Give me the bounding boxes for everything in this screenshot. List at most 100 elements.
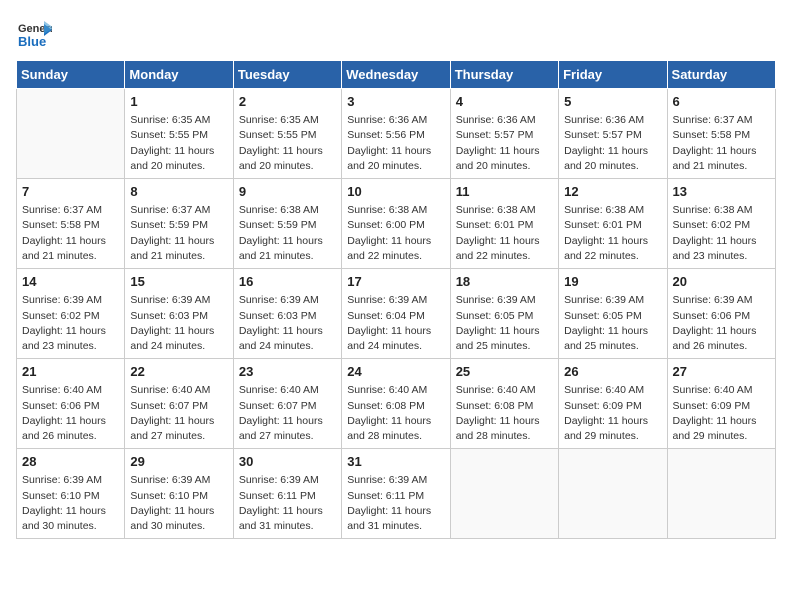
calendar-cell (450, 449, 558, 539)
day-info: Sunrise: 6:36 AM Sunset: 5:57 PM Dayligh… (564, 113, 661, 174)
day-info: Sunrise: 6:40 AM Sunset: 6:09 PM Dayligh… (564, 383, 661, 444)
day-number: 30 (239, 453, 336, 471)
calendar-cell: 7Sunrise: 6:37 AM Sunset: 5:58 PM Daylig… (17, 179, 125, 269)
day-info: Sunrise: 6:36 AM Sunset: 5:57 PM Dayligh… (456, 113, 553, 174)
day-number: 9 (239, 183, 336, 201)
calendar-cell: 8Sunrise: 6:37 AM Sunset: 5:59 PM Daylig… (125, 179, 233, 269)
weekday-header-saturday: Saturday (667, 61, 775, 89)
day-number: 14 (22, 273, 119, 291)
day-info: Sunrise: 6:40 AM Sunset: 6:08 PM Dayligh… (456, 383, 553, 444)
calendar-header-row: SundayMondayTuesdayWednesdayThursdayFrid… (17, 61, 776, 89)
day-number: 29 (130, 453, 227, 471)
calendar-body: 1 Sunrise: 6:35 AM Sunset: 5:55 PM Daylig… (17, 89, 776, 539)
calendar-cell: 25 Sunrise: 6:40 AM Sunset: 6:08 PM Dayli… (450, 359, 558, 449)
day-number: 21 (22, 363, 119, 381)
day-number: 23 (239, 363, 336, 381)
calendar-cell: 30 Sunrise: 6:39 AM Sunset: 6:11 PM Dayli… (233, 449, 341, 539)
day-info: Sunrise: 6:39 AM Sunset: 6:11 PM Dayligh… (239, 473, 336, 534)
day-number: 11 (456, 183, 553, 201)
day-info: Sunrise: 6:38 AM Sunset: 6:01 PM Dayligh… (564, 203, 661, 264)
calendar-cell: 24 Sunrise: 6:40 AM Sunset: 6:08 PM Dayli… (342, 359, 450, 449)
calendar-cell: 11 Sunrise: 6:38 AM Sunset: 6:01 PM Dayli… (450, 179, 558, 269)
day-info: Sunrise: 6:39 AM Sunset: 6:06 PM Dayligh… (673, 293, 770, 354)
calendar-cell: 18 Sunrise: 6:39 AM Sunset: 6:05 PM Dayli… (450, 269, 558, 359)
calendar-cell: 14 Sunrise: 6:39 AM Sunset: 6:02 PM Dayli… (17, 269, 125, 359)
logo: General Blue (16, 16, 54, 52)
day-info: Sunrise: 6:38 AM Sunset: 6:02 PM Dayligh… (673, 203, 770, 264)
day-info: Sunrise: 6:39 AM Sunset: 6:11 PM Dayligh… (347, 473, 444, 534)
day-info: Sunrise: 6:38 AM Sunset: 6:00 PM Dayligh… (347, 203, 444, 264)
day-number: 15 (130, 273, 227, 291)
weekday-header-thursday: Thursday (450, 61, 558, 89)
weekday-header-monday: Monday (125, 61, 233, 89)
day-number: 7 (22, 183, 119, 201)
calendar-cell: 20 Sunrise: 6:39 AM Sunset: 6:06 PM Dayli… (667, 269, 775, 359)
day-info: Sunrise: 6:39 AM Sunset: 6:03 PM Dayligh… (239, 293, 336, 354)
day-info: Sunrise: 6:35 AM Sunset: 5:55 PM Dayligh… (130, 113, 227, 174)
day-info: Sunrise: 6:39 AM Sunset: 6:03 PM Dayligh… (130, 293, 227, 354)
day-info: Sunrise: 6:37 AM Sunset: 5:58 PM Dayligh… (673, 113, 770, 174)
day-info: Sunrise: 6:39 AM Sunset: 6:10 PM Dayligh… (130, 473, 227, 534)
calendar-cell: 17 Sunrise: 6:39 AM Sunset: 6:04 PM Dayli… (342, 269, 450, 359)
day-number: 20 (673, 273, 770, 291)
weekday-header-tuesday: Tuesday (233, 61, 341, 89)
day-number: 25 (456, 363, 553, 381)
day-number: 1 (130, 93, 227, 111)
calendar-week-3: 14 Sunrise: 6:39 AM Sunset: 6:02 PM Dayli… (17, 269, 776, 359)
day-number: 27 (673, 363, 770, 381)
day-number: 8 (130, 183, 227, 201)
calendar-cell: 10Sunrise: 6:38 AM Sunset: 6:00 PM Dayli… (342, 179, 450, 269)
day-info: Sunrise: 6:38 AM Sunset: 5:59 PM Dayligh… (239, 203, 336, 264)
day-number: 5 (564, 93, 661, 111)
day-number: 26 (564, 363, 661, 381)
calendar-cell: 3 Sunrise: 6:36 AM Sunset: 5:56 PM Daylig… (342, 89, 450, 179)
calendar-table: SundayMondayTuesdayWednesdayThursdayFrid… (16, 60, 776, 539)
calendar-cell: 22 Sunrise: 6:40 AM Sunset: 6:07 PM Dayli… (125, 359, 233, 449)
day-number: 12 (564, 183, 661, 201)
logo-icon: General Blue (16, 16, 52, 52)
calendar-cell (17, 89, 125, 179)
calendar-cell: 1 Sunrise: 6:35 AM Sunset: 5:55 PM Daylig… (125, 89, 233, 179)
calendar-cell: 23Sunrise: 6:40 AM Sunset: 6:07 PM Dayli… (233, 359, 341, 449)
calendar-cell: 2Sunrise: 6:35 AM Sunset: 5:55 PM Daylig… (233, 89, 341, 179)
day-number: 24 (347, 363, 444, 381)
day-number: 13 (673, 183, 770, 201)
calendar-week-4: 21 Sunrise: 6:40 AM Sunset: 6:06 PM Dayli… (17, 359, 776, 449)
calendar-cell: 28 Sunrise: 6:39 AM Sunset: 6:10 PM Dayli… (17, 449, 125, 539)
day-number: 16 (239, 273, 336, 291)
calendar-cell: 31Sunrise: 6:39 AM Sunset: 6:11 PM Dayli… (342, 449, 450, 539)
calendar-cell: 9 Sunrise: 6:38 AM Sunset: 5:59 PM Daylig… (233, 179, 341, 269)
calendar-cell (667, 449, 775, 539)
calendar-week-5: 28 Sunrise: 6:39 AM Sunset: 6:10 PM Dayli… (17, 449, 776, 539)
day-info: Sunrise: 6:39 AM Sunset: 6:02 PM Dayligh… (22, 293, 119, 354)
calendar-cell (559, 449, 667, 539)
day-number: 22 (130, 363, 227, 381)
weekday-header-wednesday: Wednesday (342, 61, 450, 89)
day-info: Sunrise: 6:40 AM Sunset: 6:09 PM Dayligh… (673, 383, 770, 444)
calendar-cell: 16 Sunrise: 6:39 AM Sunset: 6:03 PM Dayli… (233, 269, 341, 359)
calendar-cell: 4Sunrise: 6:36 AM Sunset: 5:57 PM Daylig… (450, 89, 558, 179)
day-info: Sunrise: 6:39 AM Sunset: 6:04 PM Dayligh… (347, 293, 444, 354)
day-info: Sunrise: 6:39 AM Sunset: 6:05 PM Dayligh… (564, 293, 661, 354)
calendar-cell: 12 Sunrise: 6:38 AM Sunset: 6:01 PM Dayli… (559, 179, 667, 269)
day-info: Sunrise: 6:39 AM Sunset: 6:05 PM Dayligh… (456, 293, 553, 354)
day-info: Sunrise: 6:40 AM Sunset: 6:08 PM Dayligh… (347, 383, 444, 444)
calendar-cell: 29 Sunrise: 6:39 AM Sunset: 6:10 PM Dayli… (125, 449, 233, 539)
svg-text:Blue: Blue (18, 34, 46, 49)
calendar-cell: 6 Sunrise: 6:37 AM Sunset: 5:58 PM Daylig… (667, 89, 775, 179)
day-info: Sunrise: 6:40 AM Sunset: 6:07 PM Dayligh… (130, 383, 227, 444)
day-number: 6 (673, 93, 770, 111)
calendar-cell: 13 Sunrise: 6:38 AM Sunset: 6:02 PM Dayli… (667, 179, 775, 269)
day-number: 28 (22, 453, 119, 471)
calendar-cell: 15 Sunrise: 6:39 AM Sunset: 6:03 PM Dayli… (125, 269, 233, 359)
day-number: 3 (347, 93, 444, 111)
day-info: Sunrise: 6:40 AM Sunset: 6:06 PM Dayligh… (22, 383, 119, 444)
calendar-cell: 26 Sunrise: 6:40 AM Sunset: 6:09 PM Dayli… (559, 359, 667, 449)
day-number: 17 (347, 273, 444, 291)
day-info: Sunrise: 6:36 AM Sunset: 5:56 PM Dayligh… (347, 113, 444, 174)
calendar-week-1: 1 Sunrise: 6:35 AM Sunset: 5:55 PM Daylig… (17, 89, 776, 179)
day-info: Sunrise: 6:38 AM Sunset: 6:01 PM Dayligh… (456, 203, 553, 264)
day-number: 18 (456, 273, 553, 291)
weekday-header-friday: Friday (559, 61, 667, 89)
day-info: Sunrise: 6:39 AM Sunset: 6:10 PM Dayligh… (22, 473, 119, 534)
